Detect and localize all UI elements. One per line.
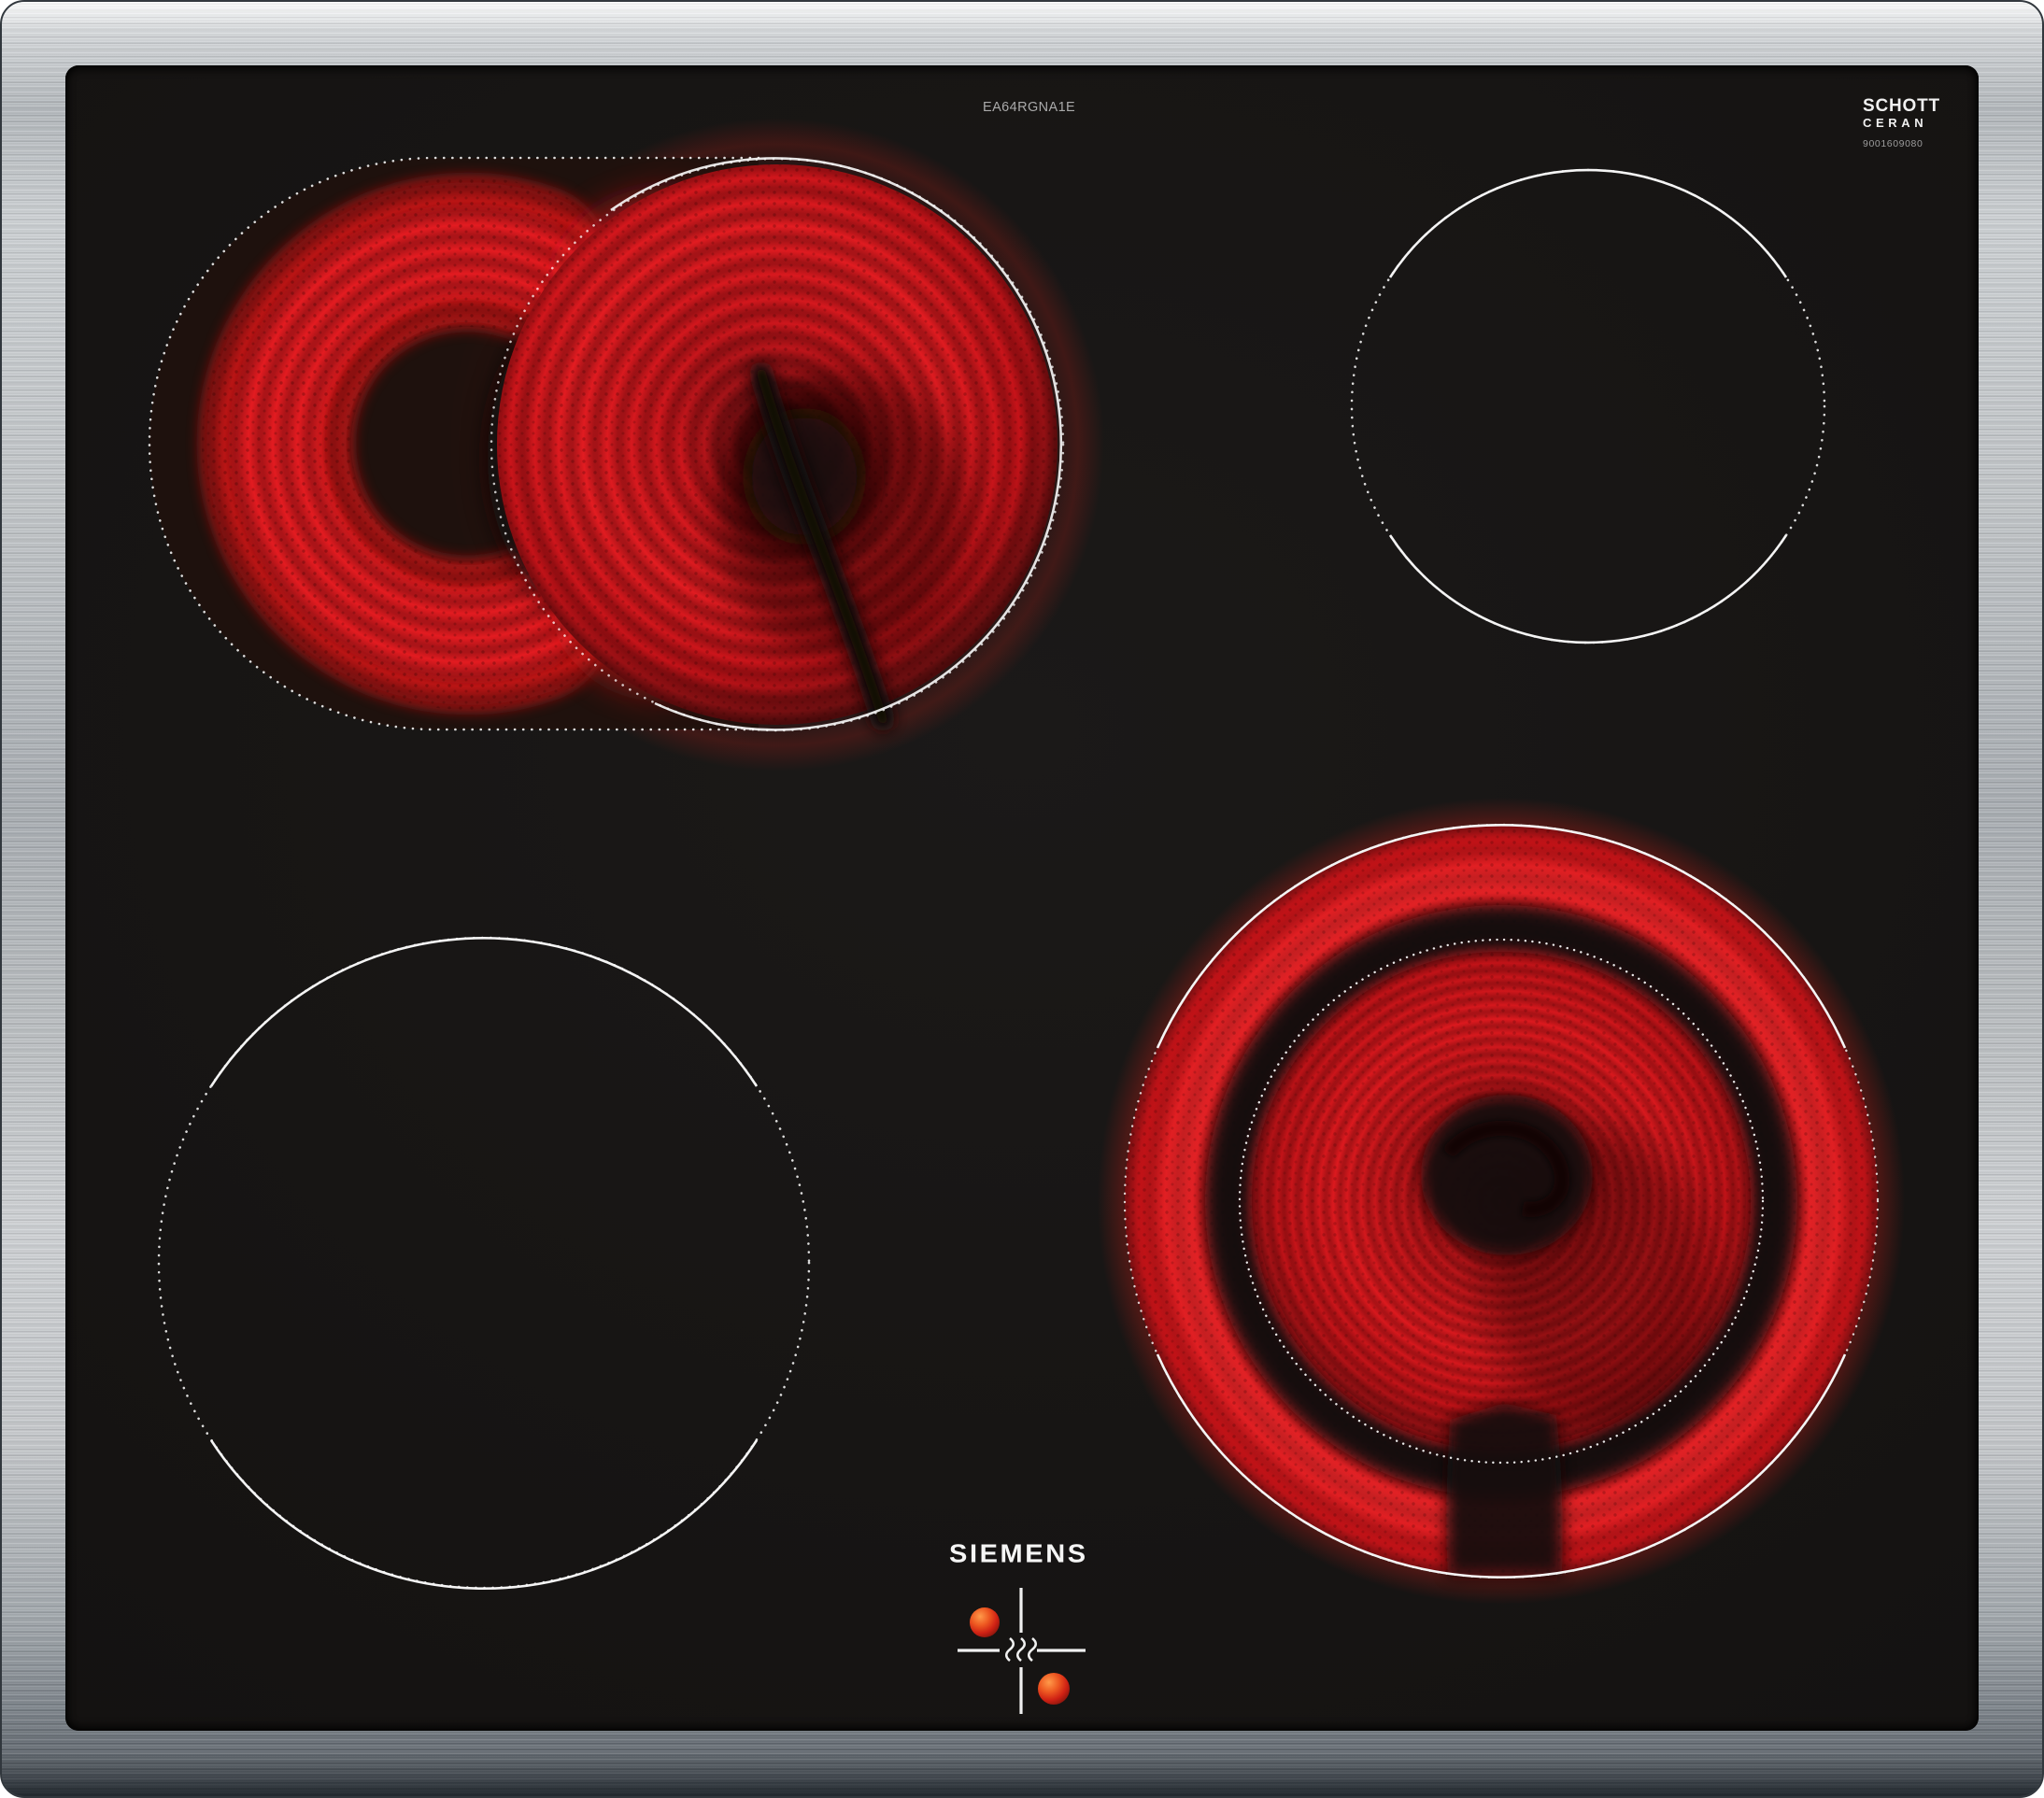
zone-solid-arc-top bbox=[1388, 168, 1788, 278]
heat-wave-1 bbox=[1004, 1636, 1015, 1663]
zone-solid-arc-bottom bbox=[209, 1439, 759, 1590]
hot-dot-left bbox=[970, 1607, 1000, 1637]
zone-back-left-active bbox=[148, 118, 1104, 772]
zone-dotted-outline bbox=[157, 936, 811, 1590]
heat-wave-3 bbox=[1027, 1636, 1038, 1663]
heat-wave-2 bbox=[1015, 1636, 1027, 1663]
schott-logo-line2: CERAN bbox=[1863, 116, 1928, 130]
frame-bottom-edge-shadow bbox=[2, 1753, 2042, 1796]
heat-waves-icon bbox=[1004, 1636, 1038, 1663]
zone-back-right-inactive bbox=[1350, 168, 1826, 644]
zone-front-right-active bbox=[1098, 798, 1905, 1605]
zone-solid-arc-top bbox=[209, 937, 759, 1087]
glass-serial-number: 9001609080 bbox=[1863, 138, 1923, 149]
model-number-print: EA64RGNA1E bbox=[983, 100, 1076, 115]
schott-ceran-logo: SCHOTT CERAN 9001609080 bbox=[1863, 97, 1940, 149]
residual-heat-indicator bbox=[958, 1588, 1086, 1714]
outer-ring-dark-channel bbox=[1446, 1403, 1563, 1576]
zone-dotted-outline bbox=[1350, 168, 1826, 644]
frame-top-highlight bbox=[2, 2, 2042, 26]
schott-logo-line1: SCHOTT bbox=[1863, 96, 1940, 116]
zone-front-left-inactive bbox=[157, 936, 811, 1590]
cooking-zones-graphic bbox=[148, 118, 1905, 1714]
zone-solid-arc-bottom bbox=[1388, 534, 1788, 644]
hot-dot-right bbox=[1038, 1673, 1070, 1705]
siemens-brand-logo: SIEMENS bbox=[949, 1539, 1088, 1569]
cooktop-product-image: EA64RGNA1E SCHOTT CERAN 9001609080 SIEME… bbox=[0, 0, 2044, 1798]
